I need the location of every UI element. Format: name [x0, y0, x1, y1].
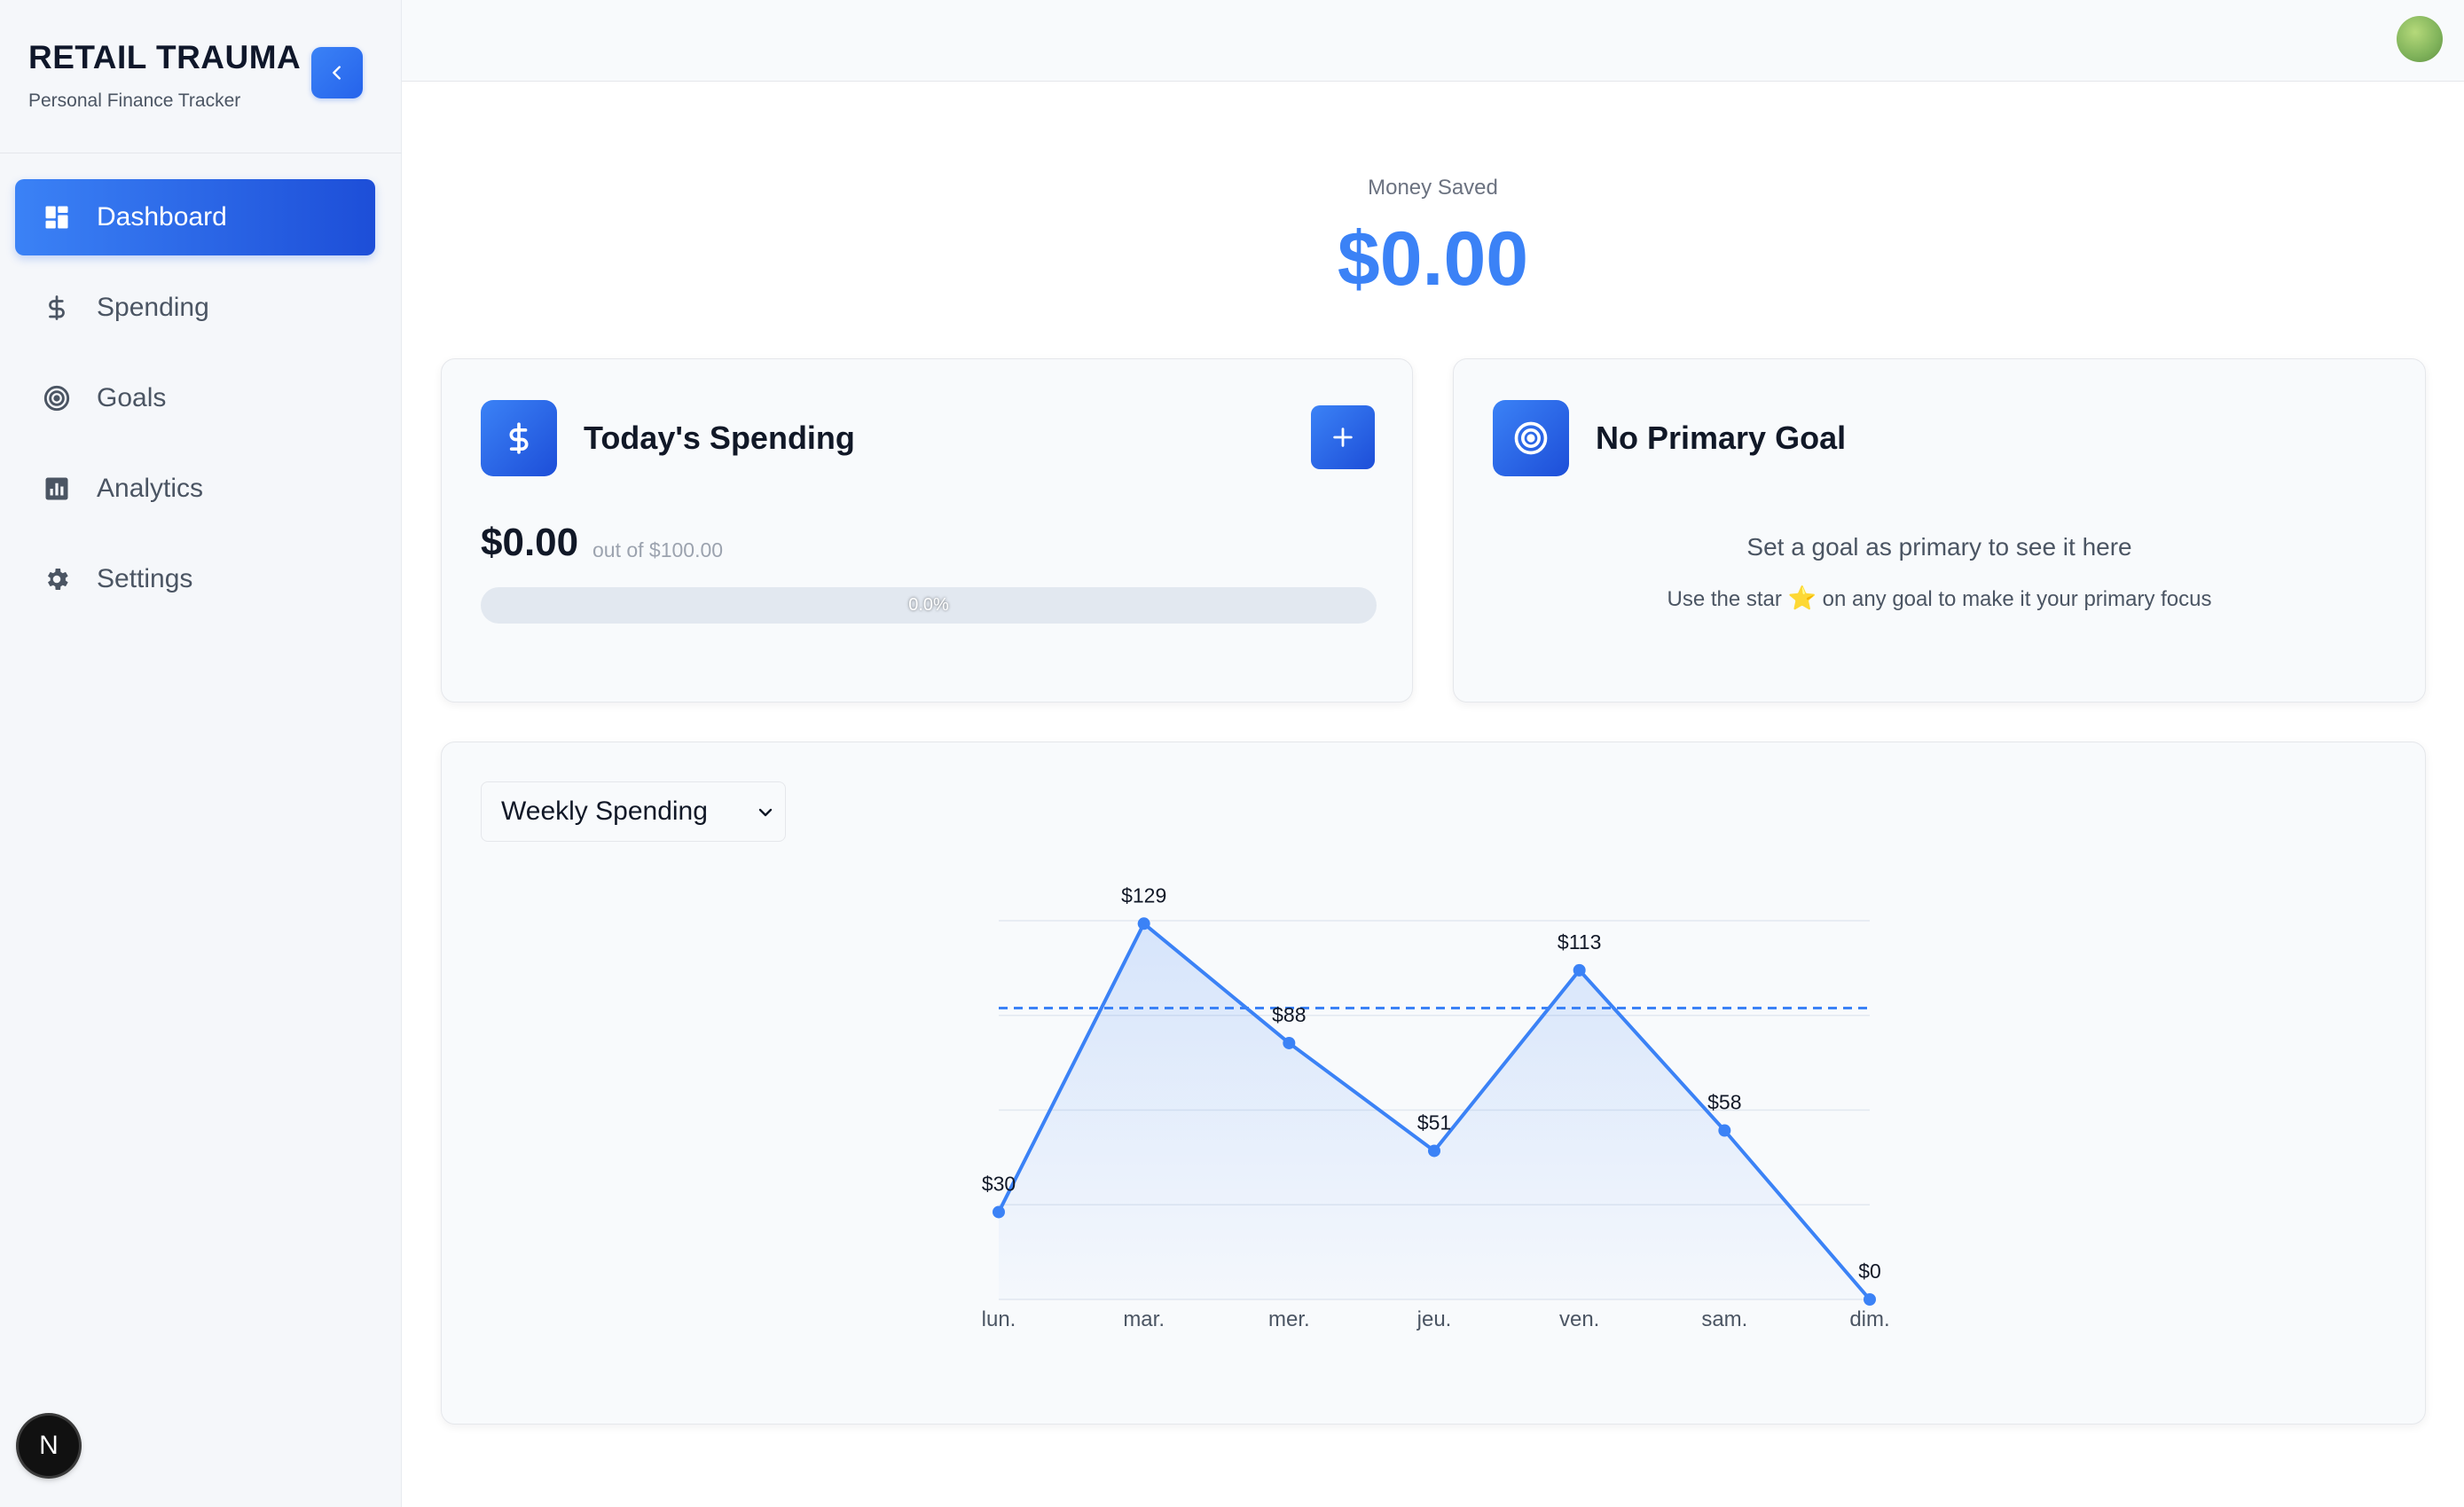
sidebar-item-label: Spending: [97, 293, 209, 322]
primary-goal-title: No Primary Goal: [1596, 420, 1847, 456]
sidebar-item-settings[interactable]: Settings: [15, 541, 375, 617]
hint-text-before: Use the star: [1667, 587, 1782, 611]
chart-point: [1428, 1144, 1440, 1158]
gear-icon: [42, 564, 72, 594]
chevron-left-icon: [333, 66, 341, 80]
chart-data-label: $51: [1417, 1111, 1451, 1134]
weekly-spending-chart: $30 $129 $88 $51 $113 $58 $0 lun. mar. mer. jeu. ve…: [982, 883, 1890, 1331]
primary-goal-hint: Use the star ⭐ on any goal to make it yo…: [1454, 585, 2425, 612]
collapse-sidebar-button[interactable]: [311, 47, 363, 98]
chart-point: [1864, 1293, 1876, 1306]
chart-data-label: $88: [1272, 1003, 1306, 1026]
sidebar-item-label: Goals: [97, 383, 167, 412]
spending-chart-card: Weekly Spending $30 $129 $88 $51 $113 $58 $0 lu…: [441, 742, 2426, 1425]
chart-point: [1573, 963, 1586, 977]
chart-data-label: $129: [1121, 883, 1166, 907]
brand: RETAIL TRAUMA Personal Finance Tracker: [28, 39, 301, 112]
chart-x-tick-label: lun.: [982, 1307, 1016, 1331]
dev-tools-badge[interactable]: N: [19, 1416, 79, 1476]
sidebar-item-label: Settings: [97, 564, 193, 593]
chart-data-label: $58: [1707, 1090, 1741, 1113]
top-bar: [402, 0, 2464, 82]
sidebar: RETAIL TRAUMA Personal Finance Tracker D…: [0, 0, 402, 1507]
chart-data-label: $113: [1558, 930, 1601, 954]
app-subtitle: Personal Finance Tracker: [28, 90, 241, 111]
chart-x-tick-label: mar.: [1123, 1307, 1165, 1331]
sidebar-item-goals[interactable]: Goals: [15, 360, 375, 436]
sidebar-item-spending[interactable]: Spending: [15, 270, 375, 346]
chart-x-tick-label: dim.: [1849, 1307, 1889, 1331]
avatar[interactable]: [2397, 16, 2443, 62]
chart-data-label: $30: [982, 1172, 1016, 1195]
chart-point: [993, 1205, 1005, 1219]
money-saved-value: $0.00: [1337, 216, 1529, 302]
add-spending-button[interactable]: [1311, 405, 1375, 469]
dollar-icon: [481, 400, 557, 476]
dashboard-icon: [42, 202, 72, 232]
star-icon: ⭐: [1787, 585, 1817, 611]
dollar-icon: [42, 293, 72, 323]
target-icon: [42, 383, 72, 413]
spending-progress-label: 0.0%: [908, 595, 949, 615]
bar-chart-icon: [42, 474, 72, 504]
money-saved-label: Money Saved: [1368, 176, 1498, 200]
chart-x-tick-label: mer.: [1268, 1307, 1310, 1331]
sidebar-item-analytics[interactable]: Analytics: [15, 451, 375, 527]
spending-limit: out of $100.00: [592, 538, 724, 561]
app-title: RETAIL TRAUMA: [28, 39, 302, 75]
target-icon: [1493, 400, 1569, 476]
todays-spending-title: Today's Spending: [584, 420, 855, 456]
todays-spending-card: Today's Spending $0.00 out of $100.00 0.…: [441, 358, 1413, 702]
primary-goal-message: Set a goal as primary to see it here: [1746, 533, 2132, 561]
sidebar-item-dashboard[interactable]: Dashboard: [15, 179, 375, 255]
chart-x-tick-label: sam.: [1701, 1307, 1747, 1331]
chart-point: [1137, 917, 1150, 930]
chart-point: [1718, 1124, 1731, 1137]
chart-point: [1283, 1036, 1296, 1049]
sidebar-item-label: Analytics: [97, 474, 204, 503]
chart-x-tick-label: jeu.: [1416, 1307, 1452, 1331]
spending-amount: $0.00: [481, 521, 579, 564]
sidebar-nav: Dashboard Spending Goals Analytics Setti…: [15, 179, 375, 632]
plus-icon: [1333, 428, 1353, 447]
primary-goal-card: No Primary Goal Set a goal as primary to…: [1453, 358, 2426, 702]
chart-data-label: $0: [1858, 1260, 1881, 1283]
hint-text-after: on any goal to make it your primary focu…: [1822, 587, 2212, 611]
chart-x-tick-label: ven.: [1559, 1307, 1599, 1331]
sidebar-item-label: Dashboard: [97, 202, 227, 232]
spending-progress-bar: 0.0%: [481, 587, 1377, 624]
